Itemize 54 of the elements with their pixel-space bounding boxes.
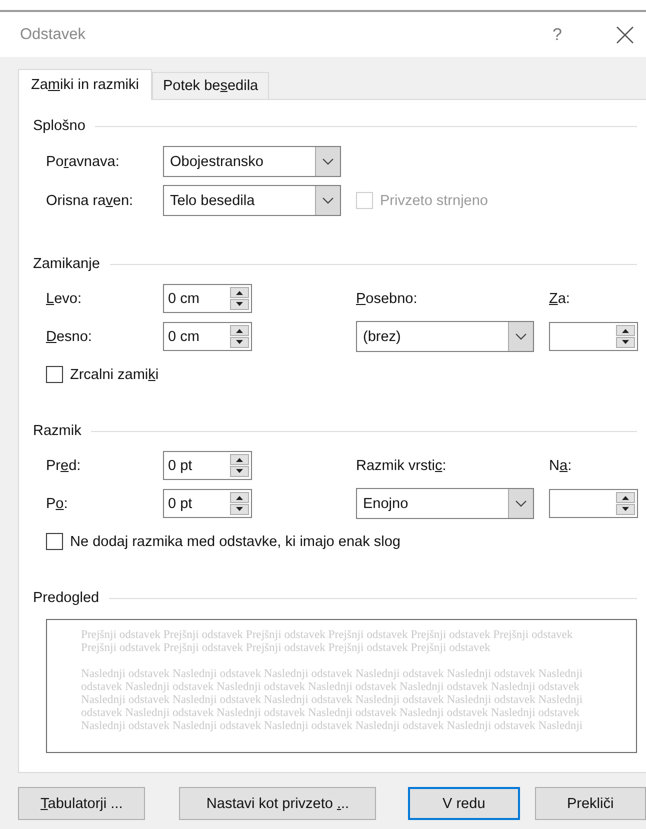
spin-down-button[interactable]	[616, 337, 635, 348]
dialog-button[interactable]: V redu	[408, 787, 520, 820]
spin-down-button[interactable]	[616, 504, 635, 515]
spin-field[interactable]: 0 cm	[163, 284, 252, 313]
tab[interactable]: Zamiki in razmiki	[18, 69, 152, 100]
spin-down-button[interactable]	[230, 466, 249, 477]
tab[interactable]: Potek besedila	[152, 72, 270, 99]
checkbox-label: Privzeto strnjeno	[380, 192, 488, 208]
dropdown[interactable]: Enojno	[356, 488, 534, 519]
chevron-down-icon	[515, 500, 527, 507]
dialog-button[interactable]: Nastavi kot privzeto ...	[179, 787, 376, 820]
section-heading: Splošno	[33, 118, 86, 134]
dropdown[interactable]: Telo besedila	[163, 185, 341, 216]
spin-down-button[interactable]	[230, 299, 249, 310]
help-button[interactable]: ?	[552, 24, 562, 44]
spin-up-button[interactable]	[230, 492, 249, 503]
spin-up-button[interactable]	[230, 325, 249, 336]
spin-field[interactable]: 0 pt	[163, 451, 252, 480]
checkbox[interactable]	[46, 533, 63, 550]
field-label: Levo:	[46, 290, 82, 306]
field-label: Desno:	[46, 328, 93, 344]
close-icon[interactable]	[616, 26, 634, 44]
spin-down-button[interactable]	[230, 504, 249, 515]
field-label: Poravnava:	[46, 154, 120, 170]
field-label: Razmik vrstic:	[356, 458, 448, 474]
spin-field[interactable]	[549, 489, 638, 518]
section-heading: Razmik	[33, 423, 82, 439]
checkbox-label: Ne dodaj razmika med odstavke, ki imajo enak slog	[70, 534, 400, 550]
section-heading: Zamikanje	[33, 256, 100, 272]
spin-field[interactable]: 0 cm	[163, 322, 252, 351]
field-label: Na:	[549, 458, 573, 474]
chevron-down-icon	[322, 197, 334, 204]
window-title: Odstavek	[20, 26, 86, 44]
field-label: Po:	[46, 496, 69, 512]
dropdown[interactable]: (brez)	[356, 321, 534, 352]
chevron-down-icon	[322, 158, 334, 165]
field-label: Za:	[549, 290, 571, 306]
dialog-button[interactable]: Tabulatorji ...	[18, 787, 146, 820]
checkbox[interactable]	[46, 366, 63, 383]
section-heading: Predogled	[33, 590, 100, 606]
field-label: Orisna raven:	[46, 192, 134, 208]
field-label: Pred:	[46, 458, 82, 474]
spin-field[interactable]: 0 pt	[163, 489, 252, 518]
chevron-down-icon	[515, 333, 527, 340]
spin-up-button[interactable]	[230, 287, 249, 298]
spin-down-button[interactable]	[230, 337, 249, 348]
spin-up-button[interactable]	[616, 492, 635, 503]
field-label: Posebno:	[356, 290, 418, 306]
spin-up-button[interactable]	[230, 454, 249, 465]
spin-field[interactable]	[549, 322, 638, 351]
dialog-button[interactable]: Prekliči	[534, 787, 646, 820]
checkbox-label: Zrcalni zamiki	[70, 366, 159, 382]
spin-up-button[interactable]	[616, 325, 635, 336]
dropdown[interactable]: Obojestransko	[163, 146, 341, 177]
